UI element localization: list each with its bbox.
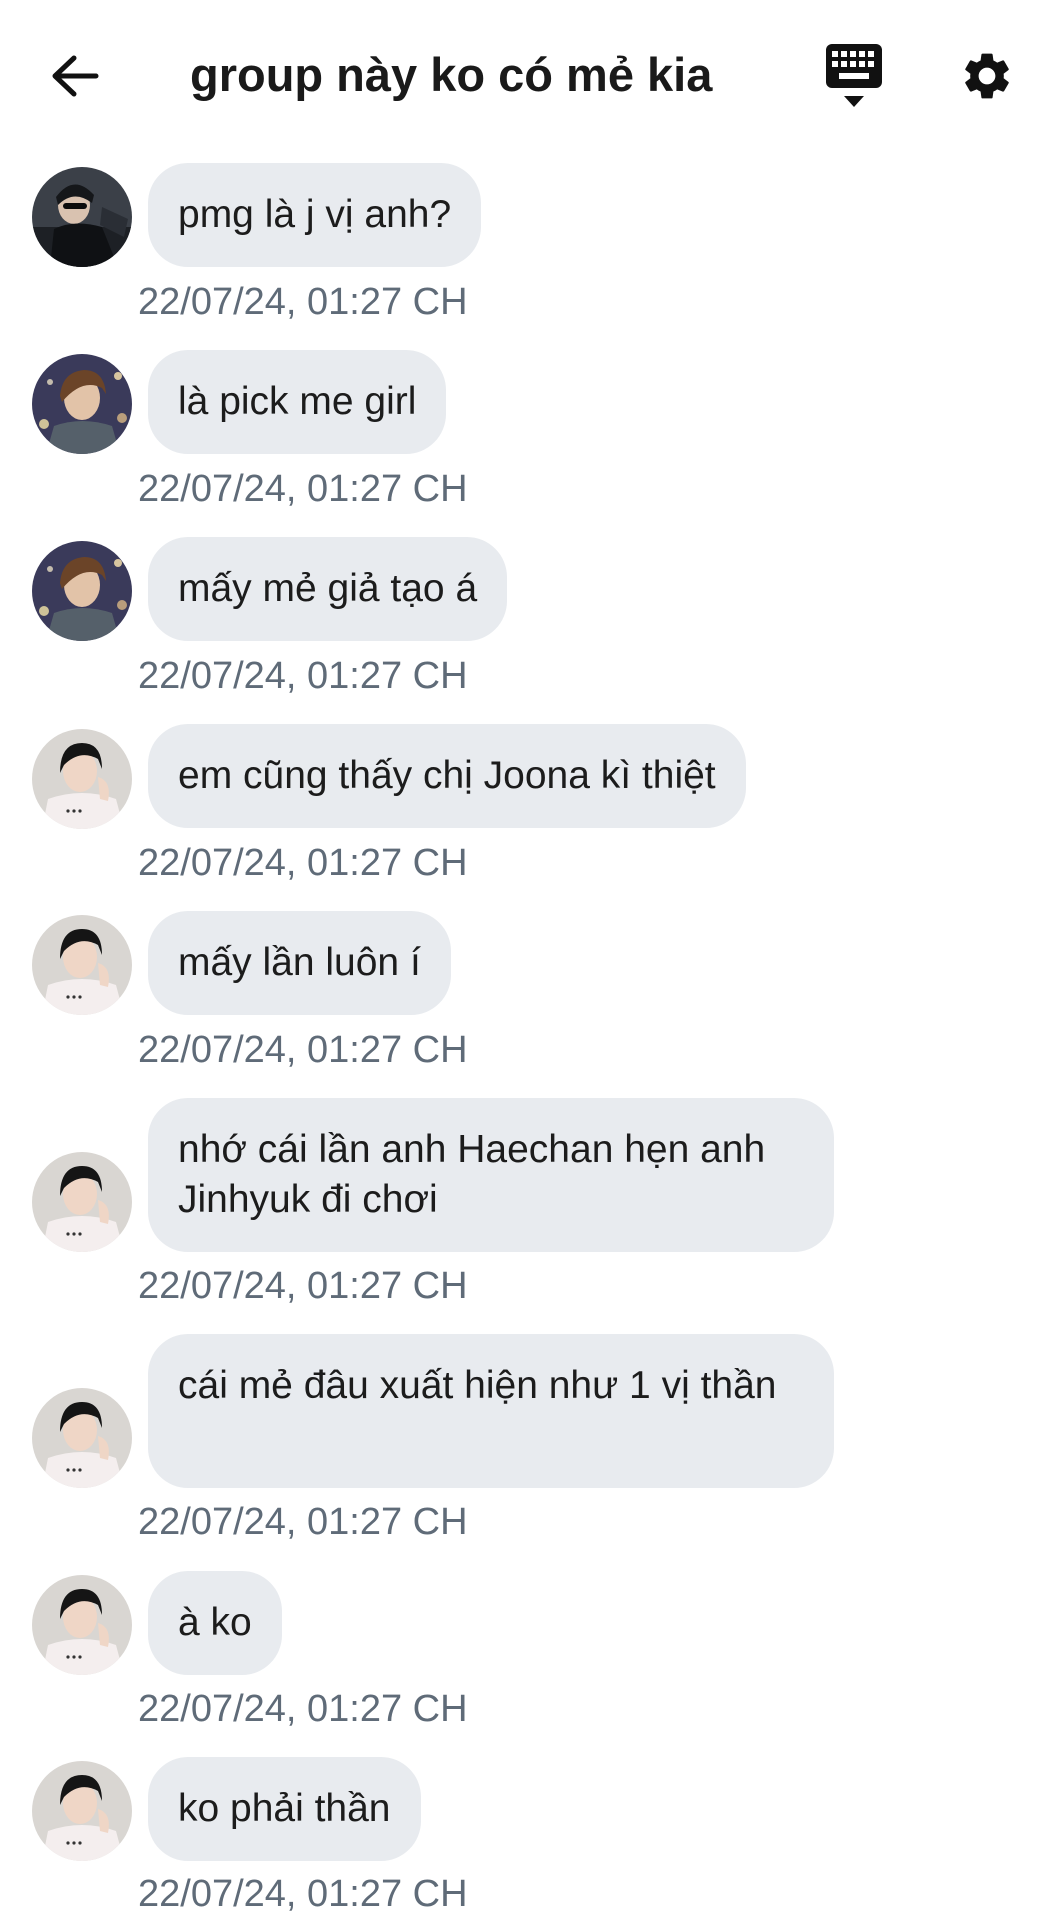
message-bubble[interactable]: pmg là j vị anh? bbox=[148, 163, 482, 267]
message-timestamp: 22/07/24, 01:27 CH bbox=[138, 655, 468, 697]
message-bubble[interactable]: là pick me girl bbox=[148, 350, 447, 454]
message-bubble[interactable]: ko phải thần bbox=[148, 1757, 421, 1861]
message-timestamp: 22/07/24, 01:27 CH bbox=[138, 281, 468, 323]
avatar[interactable] bbox=[32, 1388, 132, 1488]
message-timestamp: 22/07/24, 01:27 CH bbox=[138, 1688, 468, 1730]
avatar[interactable] bbox=[32, 167, 132, 267]
avatar[interactable] bbox=[32, 354, 132, 454]
avatar[interactable] bbox=[32, 915, 132, 1015]
message-bubble[interactable]: mấy lần luôn í bbox=[148, 911, 451, 1015]
message-timestamp: 22/07/24, 01:27 CH bbox=[138, 842, 468, 884]
avatar[interactable] bbox=[32, 1575, 132, 1675]
avatar[interactable] bbox=[32, 1152, 132, 1252]
message-bubble[interactable]: nhớ cái lần anh Haechan hẹn anh Jinhyuk … bbox=[148, 1098, 834, 1252]
avatar[interactable] bbox=[32, 1761, 132, 1861]
message-bubble[interactable]: em cũng thấy chị Joona kì thiệt bbox=[148, 724, 746, 828]
message-timestamp: 22/07/24, 01:27 CH bbox=[138, 1029, 468, 1071]
message-bubble[interactable]: cái mẻ đâu xuất hiện như 1 vị thần bbox=[148, 1334, 834, 1488]
message-timestamp: 22/07/24, 01:27 CH bbox=[138, 1501, 468, 1543]
message-timestamp: 22/07/24, 01:27 CH bbox=[138, 468, 468, 510]
message-timestamp: 22/07/24, 01:27 CH bbox=[138, 1265, 468, 1307]
avatar[interactable] bbox=[32, 729, 132, 829]
message-bubble[interactable]: à ko bbox=[148, 1571, 282, 1675]
avatar[interactable] bbox=[32, 541, 132, 641]
message-bubble[interactable]: mấy mẻ giả tạo á bbox=[148, 537, 508, 641]
message-timestamp: 22/07/24, 01:27 CH bbox=[138, 1873, 468, 1915]
message-list[interactable]: pmg là j vị anh? 22/07/24, 01:27 CH là p… bbox=[0, 0, 1052, 1920]
